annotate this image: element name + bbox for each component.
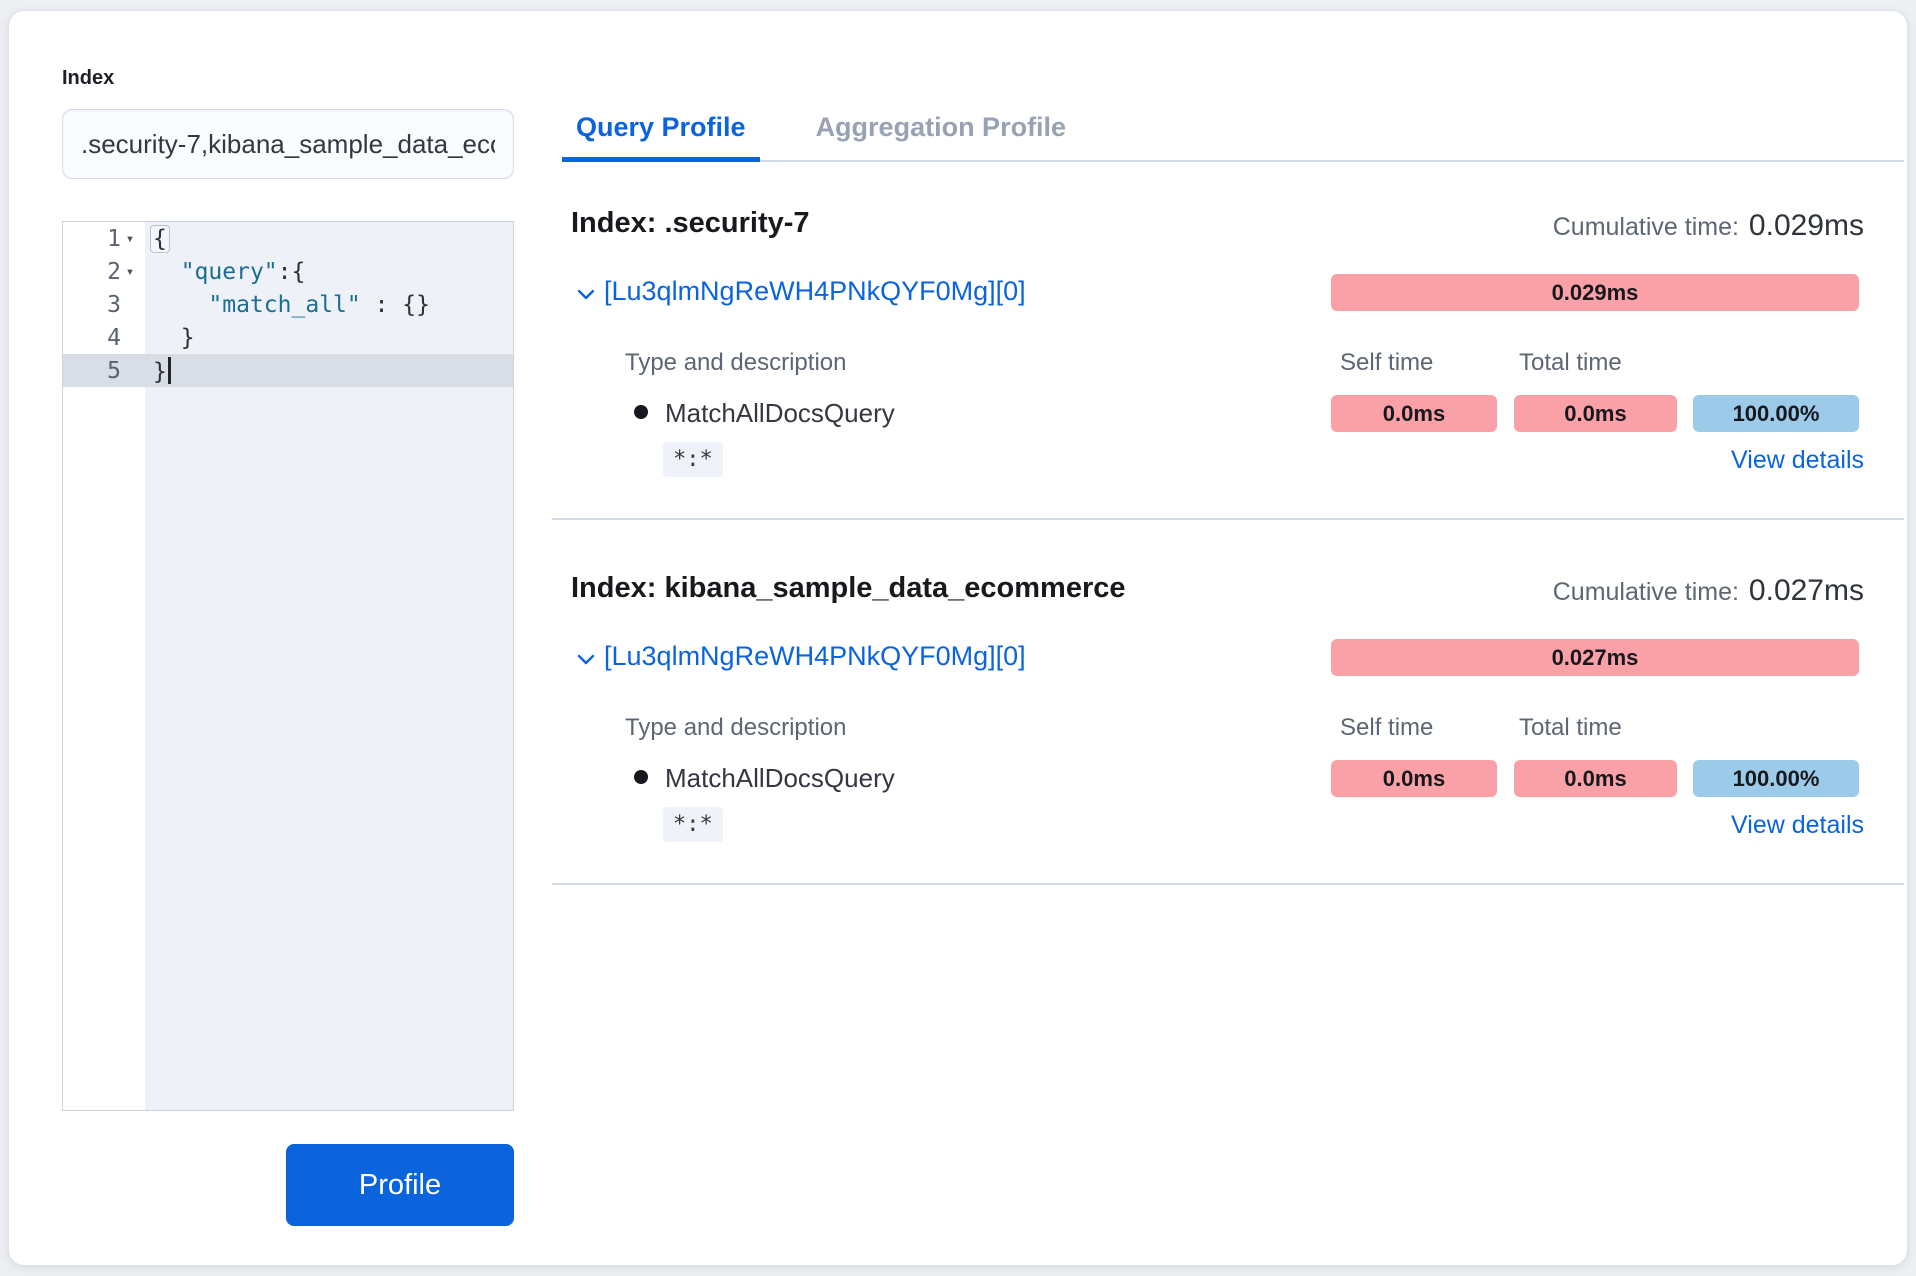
shard-id-link[interactable]: [Lu3qlmNgReWH4PNkQYF0Mg][0] bbox=[604, 276, 1026, 307]
query-type-label: MatchAllDocsQuery bbox=[665, 763, 895, 794]
code-token: "match_all" bbox=[208, 292, 360, 318]
col-header-self: Self time bbox=[1340, 349, 1433, 377]
code-token bbox=[153, 259, 181, 285]
percent-badge: 100.00% bbox=[1693, 760, 1859, 797]
col-header-total: Total time bbox=[1519, 349, 1622, 377]
cumulative-time-label: Cumulative time: bbox=[1553, 578, 1739, 607]
editor-line-1[interactable]: 1 ▾ { bbox=[63, 222, 513, 255]
search-profiler-panel: Index 1 ▾ { 2 ▾ "query":{ 3 "match_all" … bbox=[8, 10, 1908, 1266]
line-number: 3 bbox=[107, 292, 121, 318]
query-type-label: MatchAllDocsQuery bbox=[665, 398, 895, 429]
index-profile-section: Index: kibana_sample_data_ecommerce Cumu… bbox=[552, 565, 1904, 885]
code-token bbox=[153, 292, 208, 318]
lucene-query-chip: *:* bbox=[663, 442, 723, 477]
cumulative-time: Cumulative time: 0.029ms bbox=[1553, 209, 1864, 243]
col-header-type: Type and description bbox=[625, 349, 846, 377]
editor-line-4[interactable]: 4 } bbox=[63, 321, 513, 354]
total-time-badge: 0.0ms bbox=[1514, 760, 1677, 797]
cumulative-time-value: 0.029ms bbox=[1749, 209, 1864, 243]
code-token: { bbox=[150, 225, 170, 253]
shard-time-badge: 0.027ms bbox=[1331, 639, 1859, 676]
code-token: : {} bbox=[361, 292, 430, 318]
detail-row: *:* View details bbox=[552, 805, 1904, 847]
shard-row: [Lu3qlmNgReWH4PNkQYF0Mg][0] 0.029ms bbox=[552, 274, 1904, 312]
code-token: "query" bbox=[181, 259, 278, 285]
column-headers: Type and description Self time Total tim… bbox=[552, 349, 1904, 379]
total-time-badge: 0.0ms bbox=[1514, 395, 1677, 432]
text-cursor bbox=[168, 357, 171, 384]
code-token: } bbox=[153, 325, 195, 351]
line-number: 5 bbox=[107, 358, 121, 384]
index-section-title: Index: kibana_sample_data_ecommerce bbox=[571, 572, 1126, 605]
query-row: MatchAllDocsQuery 0.0ms 0.0ms 100.00% bbox=[552, 760, 1904, 797]
fold-arrow-icon[interactable]: ▾ bbox=[121, 264, 139, 280]
editor-line-5-active[interactable]: 5 } bbox=[63, 354, 513, 387]
view-details-link[interactable]: View details bbox=[1731, 811, 1864, 840]
chevron-down-icon[interactable] bbox=[574, 647, 598, 671]
cumulative-time-value: 0.027ms bbox=[1749, 574, 1864, 608]
profile-tabs: Query Profile Aggregation Profile bbox=[562, 93, 1080, 162]
code-token: :{ bbox=[278, 259, 306, 285]
query-row: MatchAllDocsQuery 0.0ms 0.0ms 100.00% bbox=[552, 395, 1904, 432]
cumulative-time-label: Cumulative time: bbox=[1553, 213, 1739, 242]
query-code-editor[interactable]: 1 ▾ { 2 ▾ "query":{ 3 "match_all" : {} 4 bbox=[62, 221, 514, 1111]
editor-line-3[interactable]: 3 "match_all" : {} bbox=[63, 288, 513, 321]
chevron-down-icon[interactable] bbox=[574, 282, 598, 306]
column-headers: Type and description Self time Total tim… bbox=[552, 714, 1904, 744]
col-header-type: Type and description bbox=[625, 714, 846, 742]
fold-arrow-icon[interactable]: ▾ bbox=[121, 231, 139, 247]
line-number: 1 bbox=[107, 226, 121, 252]
percent-badge: 100.00% bbox=[1693, 395, 1859, 432]
col-header-total: Total time bbox=[1519, 714, 1622, 742]
bullet-icon bbox=[634, 770, 648, 784]
line-number: 4 bbox=[107, 325, 121, 351]
profile-button[interactable]: Profile bbox=[286, 1144, 514, 1226]
shard-row: [Lu3qlmNgReWH4PNkQYF0Mg][0] 0.027ms bbox=[552, 639, 1904, 677]
detail-row: *:* View details bbox=[552, 440, 1904, 482]
cumulative-time: Cumulative time: 0.027ms bbox=[1553, 574, 1864, 608]
bullet-icon bbox=[634, 405, 648, 419]
view-details-link[interactable]: View details bbox=[1731, 446, 1864, 475]
tab-aggregation-profile[interactable]: Aggregation Profile bbox=[802, 93, 1081, 162]
lucene-query-chip: *:* bbox=[663, 807, 723, 842]
shard-id-link[interactable]: [Lu3qlmNgReWH4PNkQYF0Mg][0] bbox=[604, 641, 1026, 672]
index-profile-section: Index: .security-7 Cumulative time: 0.02… bbox=[552, 200, 1904, 520]
self-time-badge: 0.0ms bbox=[1331, 395, 1497, 432]
code-token: } bbox=[153, 359, 167, 385]
col-header-self: Self time bbox=[1340, 714, 1433, 742]
shard-time-badge: 0.029ms bbox=[1331, 274, 1859, 311]
index-input[interactable] bbox=[62, 109, 514, 179]
index-field-label: Index bbox=[62, 67, 114, 90]
line-number: 2 bbox=[107, 259, 121, 285]
tab-query-profile[interactable]: Query Profile bbox=[562, 93, 760, 162]
editor-line-2[interactable]: 2 ▾ "query":{ bbox=[63, 255, 513, 288]
self-time-badge: 0.0ms bbox=[1331, 760, 1497, 797]
index-section-title: Index: .security-7 bbox=[571, 207, 810, 240]
